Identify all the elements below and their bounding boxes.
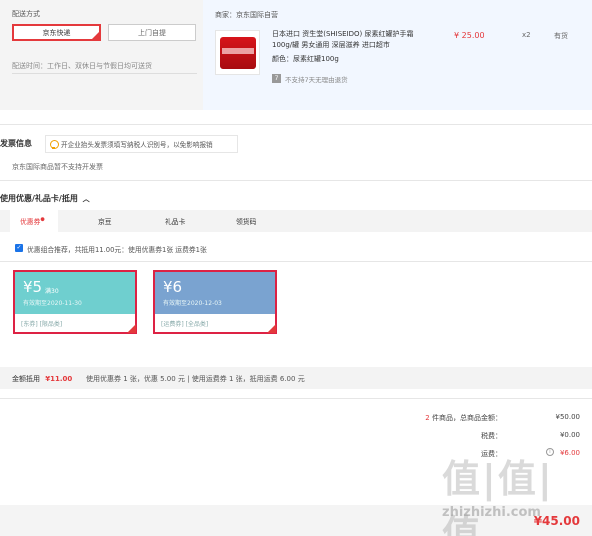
return-policy-icon: 7 — [272, 74, 281, 83]
items-total-text: 件商品，总商品金额： — [432, 414, 502, 422]
discount-tabs-bar — [0, 210, 592, 232]
tab-pickup-code[interactable]: 领货码 — [236, 216, 256, 226]
seller-name: 京东国际自营 — [236, 11, 278, 19]
recommend-checkbox[interactable]: ✓ — [15, 244, 23, 252]
product-qty: x2 — [522, 31, 531, 39]
discount-title[interactable]: 使用优惠/礼品卡/抵用 ︿ — [0, 193, 90, 204]
recommend-text: 优惠组合推荐，共抵用11.00元：使用优惠券1张 运费券1张 — [27, 246, 207, 254]
divider — [0, 180, 592, 181]
coupon-amount: ¥5 — [23, 278, 43, 296]
invoice-note: 京东国际商品暂不支持开发票 — [12, 163, 103, 171]
shipping-title: 配送方式 — [12, 10, 40, 18]
items-total-label: 2 件商品，总商品金额： — [425, 413, 502, 423]
coupon-tags: [东券] [限品类] — [15, 314, 135, 332]
ship-option-label: 京东快递 — [42, 28, 71, 37]
seller-info: 商家：京东国际自营 — [215, 10, 278, 20]
product-color: 颜色：尿素红罐100g — [272, 54, 432, 65]
chevron-up-icon[interactable]: ︿ — [83, 195, 90, 203]
tab-coupons[interactable]: 优惠券● — [20, 216, 45, 226]
product-title: 日本进口 资生堂(SHISEIDO) 尿素红罐护手霜 100g/罐 男女通用 深… — [272, 30, 414, 49]
ship-option-self-pickup[interactable]: 上门自提 — [108, 24, 196, 41]
stock-status: 有货 — [554, 32, 568, 40]
watermark-site: zhizhizhi.com — [442, 505, 541, 520]
product-image — [220, 37, 256, 69]
selected-check-icon — [127, 324, 136, 333]
product-thumbnail[interactable] — [215, 30, 260, 75]
shipping-panel: 配送方式 京东快递 上门自提 配送时间：工作日、双休日与节假日均可送货 — [0, 0, 203, 110]
product-price: ¥ 25.00 — [454, 31, 485, 40]
delivery-time-label: 配送时间： — [12, 62, 47, 70]
product-color-label: 颜色： — [272, 55, 293, 63]
coupon-tags: [运费券] [全品类] — [155, 314, 275, 332]
return-policy-note: 不支持7天无理由退货 — [285, 76, 348, 84]
divider — [12, 73, 197, 74]
tax-label: 税费： — [481, 432, 502, 440]
discount-summary-label: 金额抵用 — [12, 375, 40, 383]
selected-check-icon — [267, 324, 276, 333]
divider — [0, 124, 592, 125]
invoice-tip-text: 开企业抬头发票须填写纳税人识别号，以免影响报销 — [61, 141, 213, 149]
seller-label: 商家： — [215, 11, 236, 19]
delivery-time: 配送时间：工作日、双休日与节假日均可送货 — [12, 61, 152, 71]
coupon-card-freight[interactable]: ¥6 有效期至2020-12-03 [运费券] [全品类] — [153, 270, 277, 334]
ship-option-label: 上门自提 — [138, 28, 166, 37]
selected-check-icon — [91, 31, 100, 40]
discount-summary: 金额抵用 ¥11.00 — [12, 374, 72, 384]
coupon-amount: ¥6 — [163, 278, 183, 296]
discount-summary-detail: 使用优惠券 1 张，优惠 5.00 元 | 使用运费券 1 张，抵用运费 6.0… — [86, 375, 305, 383]
product-color-value: 尿素红罐100g — [293, 55, 339, 63]
discount-summary-amount: ¥11.00 — [45, 375, 73, 383]
items-total-value: ¥50.00 — [555, 413, 581, 421]
items-count: 2 — [425, 414, 430, 422]
tab-jd-beans[interactable]: 京豆 — [98, 216, 112, 226]
invoice-title: 发票信息 — [0, 139, 32, 148]
invoice-tip: 开企业抬头发票须填写纳税人识别号，以免影响报销 — [45, 135, 238, 153]
coupon-card-dongquan[interactable]: ¥5 满30 有效期至2020-11-30 [东券] [限品类] — [13, 270, 137, 334]
product-name[interactable]: 日本进口 资生堂(SHISEIDO) 尿素红罐护手霜 100g/罐 男女通用 深… — [272, 29, 432, 65]
discount-title-text: 使用优惠/礼品卡/抵用 — [0, 194, 78, 203]
coupon-expire: 有效期至2020-12-03 — [163, 300, 222, 307]
coupon-face: ¥5 满30 有效期至2020-11-30 — [15, 272, 135, 314]
delivery-time-value: 工作日、双休日与节假日均可送货 — [47, 62, 152, 70]
divider — [0, 261, 592, 262]
tab-gift-card[interactable]: 礼品卡 — [165, 216, 185, 226]
coupon-expire: 有效期至2020-11-30 — [23, 300, 82, 307]
watermark-logo: 值|值|值 — [442, 457, 554, 536]
ship-option-jd-express[interactable]: 京东快递 — [12, 24, 101, 41]
lightbulb-icon — [50, 139, 59, 149]
divider — [0, 398, 592, 399]
tax-value: ¥0.00 — [559, 431, 580, 439]
coupon-face: ¥6 有效期至2020-12-03 — [155, 272, 275, 314]
coupon-condition: 满30 — [45, 288, 59, 295]
tab-label: 优惠券 — [20, 218, 41, 226]
